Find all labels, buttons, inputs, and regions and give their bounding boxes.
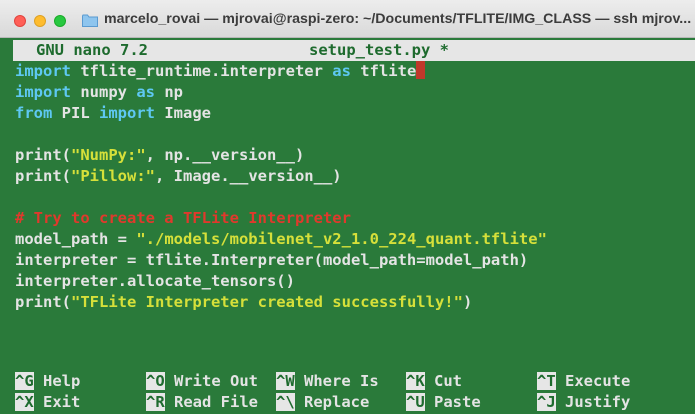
shortcut-label: Help xyxy=(33,372,81,390)
shortcut-label: Execute xyxy=(555,372,631,390)
string-literal: "./models/mobilenet_v2_1.0_224_quant.tfl… xyxy=(136,230,547,248)
shortcut-key: ^J xyxy=(537,393,556,411)
shortcut-label: Read File xyxy=(164,393,258,411)
code-text: numpy xyxy=(71,83,137,101)
code-text: PIL xyxy=(52,104,99,122)
minimize-window-button[interactable] xyxy=(34,15,46,27)
code-text: print( xyxy=(15,167,71,185)
shortcut-key: ^G xyxy=(15,372,34,390)
shortcut-key: ^O xyxy=(146,372,165,390)
keyword: import xyxy=(99,104,155,122)
code-text: ) xyxy=(462,293,473,311)
code-line-6: print("Pillow:", Image.__version__) xyxy=(15,166,342,187)
code-text: print( xyxy=(15,293,71,311)
shortcut-label: Cut xyxy=(424,372,462,390)
shortcut-key: ^\ xyxy=(276,393,295,411)
text-cursor xyxy=(416,61,426,79)
shortcut-label: Justify xyxy=(555,393,631,411)
keyword: as xyxy=(332,62,351,80)
shortcut-key: ^T xyxy=(537,372,556,390)
shortcut-where-is[interactable]: ^W Where Is xyxy=(276,371,379,392)
code-text: model_path = xyxy=(15,230,137,248)
code-line-3: from PIL import Image xyxy=(15,103,211,124)
shortcut-execute[interactable]: ^T Execute xyxy=(537,371,630,392)
code-text: tflite xyxy=(350,62,417,80)
shortcut-justify[interactable]: ^J Justify xyxy=(537,392,630,413)
shortcut-key: ^W xyxy=(276,372,295,390)
code-line-1: import tflite_runtime.interpreter as tfl… xyxy=(15,61,426,82)
shortcut-cut[interactable]: ^K Cut xyxy=(406,371,462,392)
code-line-9: model_path = "./models/mobilenet_v2_1.0_… xyxy=(15,229,547,250)
zoom-window-button[interactable] xyxy=(54,15,66,27)
terminal-content[interactable]: GNU nano 7.2 setup_test.py * import tfli… xyxy=(0,38,695,414)
code-text: Image xyxy=(155,104,211,122)
shortcut-paste[interactable]: ^U Paste xyxy=(406,392,481,413)
code-line-8-comment: # Try to create a TFLite Interpreter xyxy=(15,209,351,227)
shortcut-write-out[interactable]: ^O Write Out xyxy=(146,371,258,392)
shortcut-exit[interactable]: ^X Exit xyxy=(15,392,80,413)
code-line-11: interpreter.allocate_tensors() xyxy=(15,272,295,290)
close-window-button[interactable] xyxy=(14,15,26,27)
shortcut-label: Write Out xyxy=(164,372,258,390)
code-text: , Image.__version__) xyxy=(155,167,342,185)
shortcut-label: Exit xyxy=(33,393,81,411)
keyword: import xyxy=(15,62,71,80)
shortcut-key: ^X xyxy=(15,393,34,411)
terminal-window: marcelo_rovai — mjrovai@raspi-zero: ~/Do… xyxy=(0,0,695,414)
string-literal: "NumPy:" xyxy=(71,146,146,164)
code-line-2: import numpy as np xyxy=(15,82,183,103)
shortcut-key: ^R xyxy=(146,393,165,411)
code-text: print( xyxy=(15,146,71,164)
code-line-12: print("TFLite Interpreter created succes… xyxy=(15,292,472,313)
shortcut-replace[interactable]: ^\ Replace xyxy=(276,392,369,413)
shortcut-label: Where Is xyxy=(294,372,379,390)
keyword: as xyxy=(136,83,155,101)
code-text: tflite_runtime.interpreter xyxy=(71,62,333,80)
window-title: marcelo_rovai — mjrovai@raspi-zero: ~/Do… xyxy=(104,11,692,27)
string-literal: "Pillow:" xyxy=(71,167,155,185)
keyword: from xyxy=(15,104,53,122)
shortcut-key: ^U xyxy=(406,393,425,411)
code-line-10: interpreter = tflite.Interpreter(model_p… xyxy=(15,251,529,269)
code-text: , np.__version__) xyxy=(145,146,305,164)
string-literal: "TFLite Interpreter created successfully… xyxy=(71,293,463,311)
shortcut-label: Replace xyxy=(294,393,370,411)
shortcut-read-file[interactable]: ^R Read File xyxy=(146,392,258,413)
shortcut-label: Paste xyxy=(424,393,481,411)
folder-icon xyxy=(82,14,98,27)
nano-header-bar: GNU nano 7.2 setup_test.py * xyxy=(13,40,695,61)
code-line-5: print("NumPy:", np.__version__) xyxy=(15,145,304,166)
nano-version: GNU nano 7.2 xyxy=(36,41,148,59)
shortcut-key: ^K xyxy=(406,372,425,390)
shortcut-help[interactable]: ^G Help xyxy=(15,371,80,392)
code-text: np xyxy=(155,83,183,101)
file-name: setup_test.py * xyxy=(309,41,449,59)
keyword: import xyxy=(15,83,71,101)
title-bar: marcelo_rovai — mjrovai@raspi-zero: ~/Do… xyxy=(0,0,695,38)
